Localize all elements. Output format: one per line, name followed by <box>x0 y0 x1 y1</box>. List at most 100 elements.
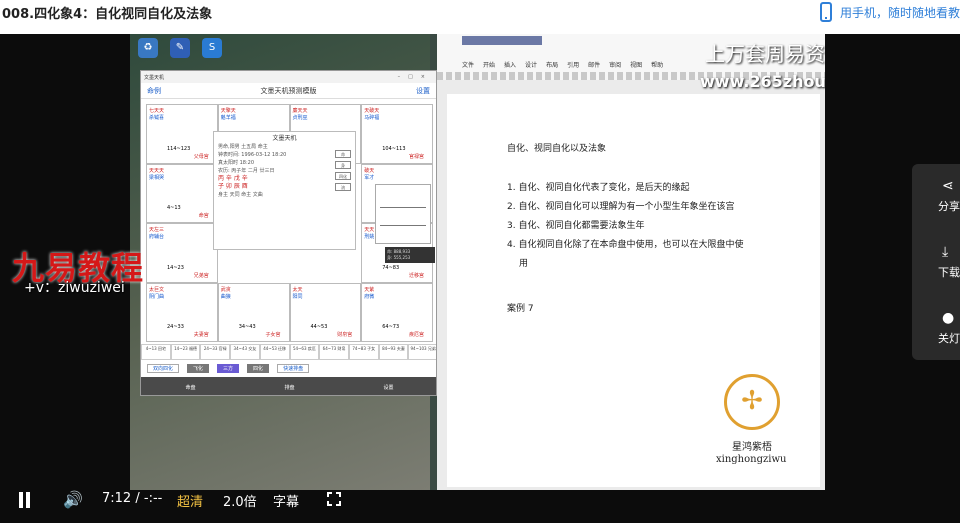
palace-bright: 马碎福 <box>364 115 380 121</box>
palace-age: 14~23 <box>167 264 184 271</box>
word-menu-item[interactable]: 视图 <box>630 60 642 69</box>
subtitle-button[interactable]: 字幕 <box>273 491 299 510</box>
palace-bright: 杀钺喜 <box>149 115 165 121</box>
palace-age: 44~53 <box>310 324 328 330</box>
palace-stars: 七天天 <box>149 108 165 114</box>
app-title: 文墨天机预测模版 <box>260 86 317 95</box>
decade-cell[interactable]: 14~23 福德 <box>170 344 201 360</box>
download-button[interactable]: ⤓ 下载 <box>912 244 960 280</box>
decade-cell[interactable]: 34~43 交友 <box>230 344 260 360</box>
center-button[interactable]: 命 <box>335 149 351 158</box>
share-icon: ⋖ <box>942 178 954 194</box>
info-tooltip: 命: 888,933 身: 555,253 <box>385 247 435 263</box>
palace-cell[interactable]: 天破天 马碎福 104~113 官禄宫 <box>361 104 433 164</box>
palace-age: 64~73 <box>382 324 400 330</box>
center-button[interactable]: 四化 <box>335 171 351 180</box>
app-window-title: 文墨天机 <box>144 74 165 81</box>
segment-sihua[interactable]: 四化 <box>247 364 270 373</box>
watermark-title: 上万套周易资料教程 <box>705 42 825 66</box>
mobile-watch-link[interactable]: 用手机，随时随地看教 <box>819 2 960 22</box>
center-stems: 丙 辛 戊 辛 <box>218 174 248 182</box>
watermark-wechat: +v：ziwuziwei <box>24 280 125 296</box>
decade-cell[interactable]: 94~103 兄弟 <box>408 344 436 360</box>
brand-logo-icon: ✢ <box>724 374 780 430</box>
palace-stars: 天紫 <box>364 286 375 293</box>
palace-cell[interactable]: 天天天 梁相哭 4~13 命宫 <box>146 163 218 223</box>
palace-cell[interactable]: 七天天 杀钺喜 114~123 父母宫 <box>146 104 218 164</box>
video-title: 008.四化象4：自化视同自化及法象 <box>2 7 213 22</box>
palace-cell[interactable]: 武贪 曲狼 34~43 子女宫 <box>217 282 290 342</box>
word-menu-item[interactable]: 引用 <box>567 60 579 69</box>
time-sep: / <box>135 491 140 506</box>
word-menu-item[interactable]: 开始 <box>483 60 495 69</box>
palace-bright: 军才 <box>364 174 375 181</box>
quick-chart-button[interactable]: 快速排盘 <box>277 364 310 373</box>
app-bottom-nav: 命盘 排盘 设置 <box>141 377 436 395</box>
speed-button[interactable]: 2.0倍 <box>223 491 257 510</box>
pause-icon[interactable] <box>18 492 32 508</box>
light-off-label: 关灯 <box>938 332 960 345</box>
decade-cell[interactable]: 24~33 官禄 <box>200 344 231 360</box>
decade-cell[interactable]: 74~83 子女 <box>348 344 379 360</box>
settings-button[interactable]: 设置 <box>416 86 430 96</box>
doc-item: 2. 自化、视同自化可以理解为有一个小型生年象坐在该宫 <box>507 202 735 212</box>
share-label: 分享 <box>938 200 960 213</box>
segment-fly[interactable]: 飞化 <box>187 364 210 373</box>
light-off-button[interactable]: ● 关灯 <box>912 310 960 346</box>
center-button[interactable]: 流 <box>335 182 351 191</box>
palace-cell[interactable]: 天紫 府微 64~73 疾厄宫 <box>361 282 433 342</box>
palace-bright: 阴门曲 <box>149 293 165 300</box>
palace-name: 命宫 <box>198 213 209 219</box>
palace-age: 74~83 <box>382 264 400 271</box>
center-line: 真太阳时 18:20 <box>218 159 254 166</box>
word-document: 自化、视同自化以及法象 1. 自化、视同自化代表了变化，是后天的缘起 2. 自化… <box>447 94 820 487</box>
palace-bright: 魁羊福 <box>220 115 236 121</box>
nav-arrange[interactable]: 排盘 <box>284 384 294 391</box>
time-display: 7:12 / -:-- <box>102 491 162 506</box>
word-menu-item[interactable]: 设计 <box>525 60 537 69</box>
window-controls[interactable]: –□× <box>398 74 433 80</box>
nav-settings[interactable]: 设置 <box>383 384 393 391</box>
palace-name: 迁移宫 <box>408 272 424 279</box>
download-icon: ⤓ <box>942 244 949 260</box>
palace-name: 兄弟宫 <box>193 272 209 279</box>
volume-icon[interactable]: 🔊 <box>63 490 83 509</box>
decade-cell[interactable]: 4~13 田宅 <box>141 344 171 360</box>
palace-cell[interactable]: 太天 阳同 44~53 财帛宫 <box>289 282 362 342</box>
palace-cell[interactable]: 天左三 府辅台 14~23 兄弟宫 <box>146 223 218 283</box>
palace-name: 疾厄宫 <box>408 332 424 338</box>
palace-bright: 阳同 <box>292 293 303 300</box>
nav-chart[interactable]: 命盘 <box>185 384 195 391</box>
segment-three[interactable]: 三方 <box>217 364 240 373</box>
word-menu-item[interactable]: 布局 <box>546 60 558 69</box>
share-button[interactable]: ⋖ 分享 <box>912 178 960 214</box>
download-label: 下载 <box>938 266 960 279</box>
palace-stars: 天擎天 <box>220 108 236 114</box>
word-menu-item[interactable]: 插入 <box>504 60 516 69</box>
decade-cell[interactable]: 44~53 迁移 <box>259 344 290 360</box>
dual-sihua-button[interactable]: 双向四化 <box>147 364 180 373</box>
quality-button[interactable]: 超清 <box>177 491 203 510</box>
decade-cell[interactable]: 54~63 疾厄 <box>289 344 320 360</box>
decade-cell[interactable]: 84~93 夫妻 <box>378 344 409 360</box>
palace-stars: 廉天天 <box>292 108 308 114</box>
top-bar: 008.四化象4：自化视同自化及法象 用手机，随时随地看教 <box>0 0 960 34</box>
center-button[interactable]: 身 <box>335 160 351 169</box>
decade-cell[interactable]: 64~73 财帛 <box>319 344 349 360</box>
word-menu: 文件 开始 插入 设计 布局 引用 邮件 审阅 视图 帮助 <box>462 60 663 69</box>
word-menu-item[interactable]: 文件 <box>462 60 474 69</box>
word-menu-item[interactable]: 帮助 <box>651 60 663 69</box>
back-button[interactable]: 命例 <box>147 86 161 96</box>
word-menu-item[interactable]: 邮件 <box>588 60 600 69</box>
doc-heading: 自化、视同自化以及法象 <box>507 144 607 154</box>
video-player[interactable]: ♻ ✎ S 文墨天机 –□× 命例 文墨天机预测模版 设置 七天天 杀钺喜 114~… <box>0 34 960 523</box>
palace-bright: 贞刑巫 <box>292 115 308 121</box>
palace-cell[interactable]: 太巨文 阴门曲 24~33 夫妻宫 <box>146 282 218 342</box>
fullscreen-icon[interactable] <box>327 492 341 506</box>
mobile-watch-text: 用手机，随时随地看教 <box>839 5 960 20</box>
tooltip-line: 身: 555,253 <box>387 255 411 260</box>
center-line: 钟表时间: 1996-03-12 18:20 <box>218 151 287 158</box>
palace-stars: 天天天 <box>149 167 165 174</box>
word-menu-item[interactable]: 审阅 <box>609 60 621 69</box>
brand-pinyin: xinghongziwu <box>716 454 787 465</box>
